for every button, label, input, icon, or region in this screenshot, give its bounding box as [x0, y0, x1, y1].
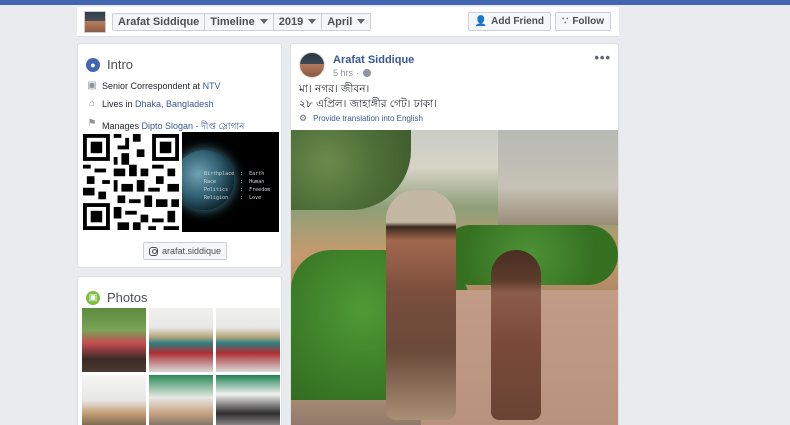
- translate-link[interactable]: ⚙ Provide translation into English: [299, 113, 423, 124]
- follow-button[interactable]: ∵ Follow: [554, 12, 611, 31]
- add-friend-icon: 👤: [474, 16, 488, 27]
- photo-thumbnail[interactable]: [82, 308, 146, 372]
- work-prefix: Senior Correspondent at: [102, 81, 203, 91]
- timeline-nav-bar: Arafat Siddique Timeline 2019 April 👤 Add…: [77, 7, 619, 37]
- month-dropdown[interactable]: April: [322, 14, 370, 30]
- profile-name: Arafat Siddique: [118, 15, 200, 28]
- flag-icon: ⚑: [87, 118, 97, 129]
- chevron-down-icon: [357, 19, 366, 24]
- post-options-button[interactable]: •••: [594, 50, 611, 65]
- work-link[interactable]: NTV: [203, 81, 221, 91]
- intro-location: ⌂ Lives in Dhaka, Bangladesh: [86, 99, 273, 114]
- manages-prefix: Manages: [102, 121, 142, 131]
- photo-thumbnail[interactable]: [149, 375, 213, 425]
- photo-thumbnail[interactable]: [149, 308, 213, 372]
- rss-icon: ∵: [561, 16, 569, 27]
- intro-card: ● Intro ▣ Senior Correspondent at NTV ⌂ …: [77, 43, 282, 268]
- photo-thumbnail[interactable]: [216, 375, 280, 425]
- photos-title: Photos: [107, 290, 148, 305]
- chevron-down-icon: [259, 19, 268, 24]
- add-friend-label: Add Friend: [491, 16, 544, 27]
- post-author-name[interactable]: Arafat Siddique: [333, 54, 414, 66]
- photos-icon: ▣: [86, 290, 100, 305]
- intro-work: ▣ Senior Correspondent at NTV: [86, 81, 273, 96]
- post-text-line: মা। নগর। জীবন।: [299, 83, 370, 95]
- location-prefix: Lives in: [102, 99, 136, 109]
- post-timestamp[interactable]: 5 hrs: [333, 68, 353, 78]
- post-text-line: ২৮ এপ্রিল। জাহাঙ্গীর গেট। ঢাকা।: [299, 98, 437, 110]
- separator-dot: ·: [356, 68, 360, 78]
- manages-link[interactable]: Dipto Slogan - দীপ্ত স্লোগান: [142, 121, 245, 131]
- follow-label: Follow: [572, 16, 604, 27]
- home-icon: ⌂: [88, 98, 96, 109]
- qr-code-image[interactable]: [83, 132, 179, 232]
- featured-globe-image[interactable]: Birthplace : Earth Race : Human Politics…: [182, 132, 279, 232]
- globe-icon: ●: [86, 57, 100, 72]
- timeline-nav-segments: Arafat Siddique Timeline 2019 April: [112, 12, 372, 31]
- photo-thumbnail[interactable]: [216, 308, 280, 372]
- post-card: Arafat Siddique 5 hrs · ••• মা। নগর। জীব…: [290, 43, 619, 425]
- translate-label: Provide translation into English: [313, 114, 423, 123]
- profile-name-link[interactable]: Arafat Siddique: [113, 13, 206, 30]
- post-meta: 5 hrs ·: [333, 68, 414, 78]
- gear-icon: ⚙: [299, 113, 308, 123]
- chevron-down-icon: [308, 19, 317, 24]
- photo-grid: [82, 308, 280, 425]
- year-label: 2019: [278, 15, 304, 28]
- top-blue-bar: [0, 0, 790, 5]
- month-label: April: [327, 15, 353, 28]
- instagram-handle: arafat.siddique: [162, 246, 222, 256]
- photos-card: ▣ Photos: [77, 276, 282, 425]
- photo-woman-figure: [386, 190, 456, 420]
- photo-building: [498, 130, 618, 225]
- globe-image-text: Birthplace : Earth Race : Human Politics…: [204, 171, 271, 201]
- instagram-icon: [149, 246, 158, 256]
- post-author-avatar[interactable]: [299, 52, 325, 78]
- intro-title: Intro: [107, 57, 134, 72]
- post-photo[interactable]: [291, 130, 618, 425]
- timeline-label: Timeline: [210, 15, 255, 28]
- photo-thumbnail[interactable]: [82, 375, 146, 425]
- photo-child-figure: [491, 250, 541, 420]
- public-globe-icon[interactable]: [363, 69, 372, 77]
- add-friend-button[interactable]: 👤 Add Friend: [467, 12, 551, 31]
- timeline-dropdown[interactable]: Timeline: [205, 13, 274, 30]
- location-link[interactable]: Dhaka, Bangladesh: [135, 99, 214, 109]
- post-text: মা। নগর। জীবন। ২৮ এপ্রিল। জাহাঙ্গীর গেট।…: [299, 82, 437, 112]
- year-dropdown[interactable]: 2019: [274, 13, 323, 30]
- photo-tree: [291, 130, 411, 210]
- profile-avatar[interactable]: [84, 10, 106, 33]
- briefcase-icon: ▣: [87, 80, 97, 91]
- instagram-link[interactable]: arafat.siddique: [143, 242, 228, 260]
